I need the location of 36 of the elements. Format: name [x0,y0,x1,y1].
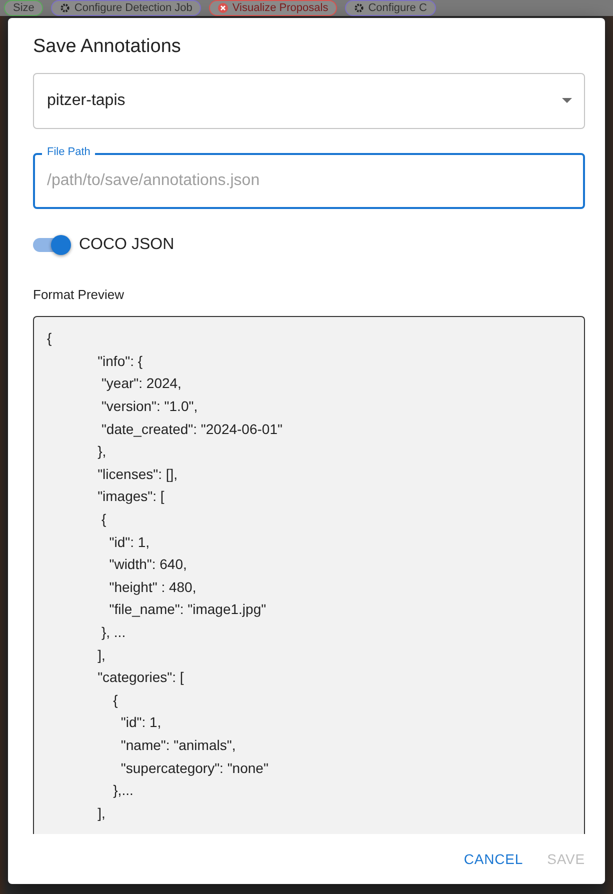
code-line: ], [96,646,106,665]
code-line: "supercategory": "none" [120,758,268,778]
code-line: { [112,690,118,710]
step-chip[interactable]: Visualize Proposals [209,0,338,16]
step-chip[interactable]: Size [4,0,44,16]
gear-icon [60,3,70,13]
code-line: { [47,329,52,348]
error-icon [218,3,228,13]
code-line: "date_created": "2024-06-01" [100,420,282,439]
code-line: "file_name": "image1.jpg" [108,600,266,620]
code-line: "year": 2024, [100,374,182,394]
code-line: "version": "1.0", [100,397,198,416]
step-chip[interactable]: Configure Detection Job [51,0,202,16]
gear-icon [354,3,364,13]
code-line: },... [112,781,134,800]
code-line: "info": { [96,352,143,371]
code-line: }, ... [100,623,126,642]
code-line: { [100,510,106,530]
code-line: "images": [ [96,487,164,506]
code-line: "height" : 480, [108,578,196,597]
code-line: "name": "animals", [120,736,236,755]
dialog-button[interactable]: CANCEL [456,843,532,876]
code-line: ], [96,804,106,823]
dialog-title: Save Annotations [32,35,182,59]
toggle-label: COCO JSON [79,234,174,255]
select-field[interactable]: pitzer-tapis [33,72,585,129]
toggle-switch[interactable] [33,238,69,252]
code-line: "width": 640, [108,555,187,574]
code-line: "id": 1, [120,713,162,732]
code-line: }, [96,442,106,462]
code-line: "licenses": [], [96,464,178,484]
step-chip[interactable]: Configure C [345,0,436,16]
code-line: "categories": [ [96,668,184,688]
code-line: "id": 1, [108,532,150,552]
preview-label: Format Preview [33,286,126,304]
caret-icon [562,98,572,104]
